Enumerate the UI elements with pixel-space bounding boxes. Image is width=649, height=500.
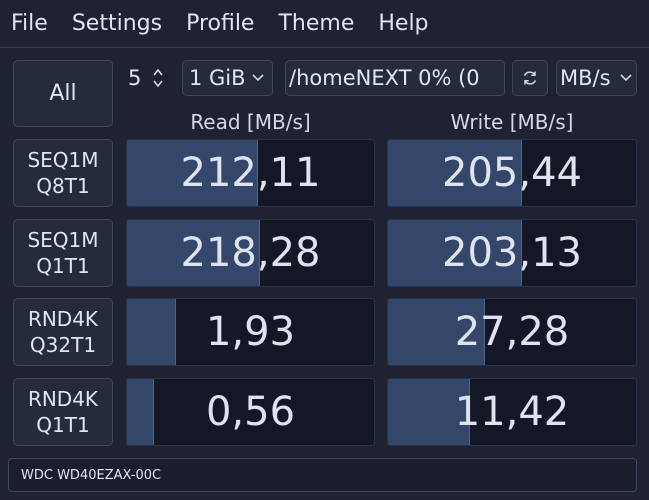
- read-result-cell: 1,93: [126, 298, 375, 366]
- test-button[interactable]: RND4K Q1T1: [13, 378, 113, 446]
- write-speed-value: 11,42: [454, 389, 570, 435]
- test-button[interactable]: SEQ1M Q1T1: [13, 219, 113, 287]
- chevron-down-icon: [620, 74, 632, 82]
- read-speed-value: 0,56: [205, 389, 296, 435]
- write-speed-value: 27,28: [454, 309, 570, 355]
- read-speed-value: 218,28: [180, 230, 321, 276]
- read-result-cell: 218,28: [126, 219, 375, 287]
- test-label-line1: RND4K: [27, 387, 99, 411]
- path-select[interactable]: /homeNEXT 0% (0: [285, 60, 505, 96]
- test-button[interactable]: RND4K Q32T1: [13, 298, 113, 366]
- test-label-line2: Q32T1: [29, 333, 97, 357]
- count-spinbox[interactable]: 5: [118, 60, 174, 96]
- write-speed-value: 203,13: [442, 230, 582, 276]
- unit-value: MB/s: [560, 66, 611, 90]
- read-result-cell: 212,11: [126, 139, 375, 207]
- menu-help[interactable]: Help: [366, 0, 440, 48]
- refresh-button[interactable]: [512, 60, 548, 96]
- drive-info-field: WDC WD40EZAX-00C: [8, 458, 637, 492]
- size-value: 1 GiB: [189, 66, 246, 90]
- write-result-cell: 205,44: [387, 139, 637, 207]
- menu-bar: File Settings Profile Theme Help: [0, 0, 649, 48]
- all-button[interactable]: All: [13, 60, 113, 127]
- unit-select[interactable]: MB/s: [556, 60, 637, 96]
- menu-file[interactable]: File: [0, 0, 60, 48]
- write-result-cell: 27,28: [387, 298, 637, 366]
- test-label-line2: Q1T1: [36, 254, 90, 278]
- test-label-line2: Q8T1: [36, 174, 90, 198]
- count-value: 5: [128, 66, 142, 90]
- menu-theme[interactable]: Theme: [266, 0, 366, 48]
- read-speed-value: 212,11: [180, 150, 321, 196]
- write-result-cell: 11,42: [387, 378, 637, 446]
- test-button[interactable]: SEQ1M Q8T1: [13, 139, 113, 207]
- chevron-down-icon: [252, 74, 264, 82]
- spin-arrows-icon[interactable]: [152, 67, 164, 89]
- path-value: /homeNEXT 0% (0: [289, 66, 480, 90]
- read-result-cell: 0,56: [126, 378, 375, 446]
- test-label-line1: SEQ1M: [27, 148, 99, 172]
- menu-profile[interactable]: Profile: [174, 0, 266, 48]
- refresh-icon: [523, 71, 537, 85]
- test-label-line1: SEQ1M: [27, 228, 99, 252]
- menu-settings[interactable]: Settings: [60, 0, 174, 48]
- write-column-header: Write [MB/s]: [450, 110, 574, 134]
- test-label-line2: Q1T1: [36, 413, 90, 437]
- write-speed-value: 205,44: [442, 150, 582, 196]
- test-label-line1: RND4K: [27, 307, 99, 331]
- read-speed-value: 1,93: [205, 309, 296, 355]
- write-result-cell: 203,13: [387, 219, 637, 287]
- size-select[interactable]: 1 GiB: [182, 60, 273, 96]
- read-column-header: Read [MB/s]: [190, 110, 311, 134]
